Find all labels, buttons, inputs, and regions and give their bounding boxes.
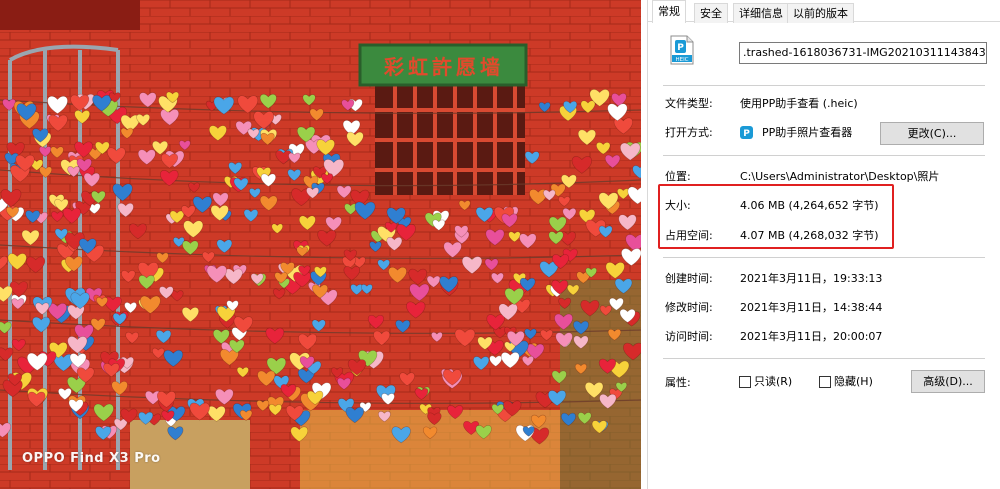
open-with-label: 打开方式: — [665, 126, 713, 139]
tab-details[interactable]: 详细信息 — [733, 3, 789, 23]
file-type-label: 文件类型: — [665, 97, 713, 110]
photo-preview: 彩虹許愿墙 OPPO Find X3 Pro — [0, 0, 641, 489]
modified-value: 2021年3月11日，14:38:44 — [740, 301, 883, 314]
heic-file-icon: P HEIC — [670, 35, 694, 65]
file-type-value: 使用PP助手查看 (.heic) — [740, 97, 858, 110]
hidden-checkbox[interactable]: 隐藏(H) — [819, 375, 889, 391]
tab-bar: 常规 安全 详细信息 以前的版本 — [648, 0, 1000, 23]
accessed-value: 2021年3月11日，20:00:07 — [740, 330, 883, 343]
divider — [663, 155, 985, 156]
advanced-button[interactable]: 高级(D)... — [911, 370, 985, 393]
file-name-field[interactable]: .trashed-1618036731-IMG20210311143843.he… — [739, 42, 987, 64]
readonly-checkbox[interactable]: 只读(R) — [739, 375, 809, 391]
readonly-checkbox-box[interactable] — [739, 376, 751, 388]
hidden-label: 隐藏(H) — [834, 375, 873, 388]
readonly-label: 只读(R) — [754, 375, 793, 388]
created-label: 创建时间: — [665, 272, 713, 285]
location-value: C:\Users\Administrator\Desktop\照片 — [740, 170, 940, 183]
location-label: 位置: — [665, 170, 691, 183]
wish-wall-photo — [0, 0, 641, 489]
divider — [663, 257, 985, 258]
created-value: 2021年3月11日，19:33:13 — [740, 272, 883, 285]
file-icon-label: HEIC — [675, 57, 688, 63]
svg-text:P: P — [743, 129, 750, 139]
tab-previous-versions[interactable]: 以前的版本 — [787, 3, 854, 23]
hidden-checkbox-box[interactable] — [819, 376, 831, 388]
file-properties-dialog: 常规 安全 详细信息 以前的版本 P HEIC .trashed-1618036… — [647, 0, 1000, 489]
wish-wall-sign: 彩虹許愿墙 — [384, 55, 504, 79]
camera-watermark: OPPO Find X3 Pro — [22, 451, 161, 466]
change-button[interactable]: 更改(C)... — [880, 122, 984, 145]
tab-security[interactable]: 安全 — [694, 3, 728, 23]
accessed-label: 访问时间: — [665, 330, 713, 343]
divider — [663, 358, 985, 359]
svg-text:P: P — [677, 43, 684, 53]
pp-viewer-icon: P — [740, 126, 753, 139]
modified-label: 修改时间: — [665, 301, 713, 314]
divider — [663, 85, 985, 86]
size-highlight-box — [658, 184, 894, 249]
tab-general[interactable]: 常规 — [652, 0, 686, 23]
open-with-value: PP助手照片查看器 — [762, 126, 853, 139]
attributes-label: 属性: — [665, 376, 691, 389]
